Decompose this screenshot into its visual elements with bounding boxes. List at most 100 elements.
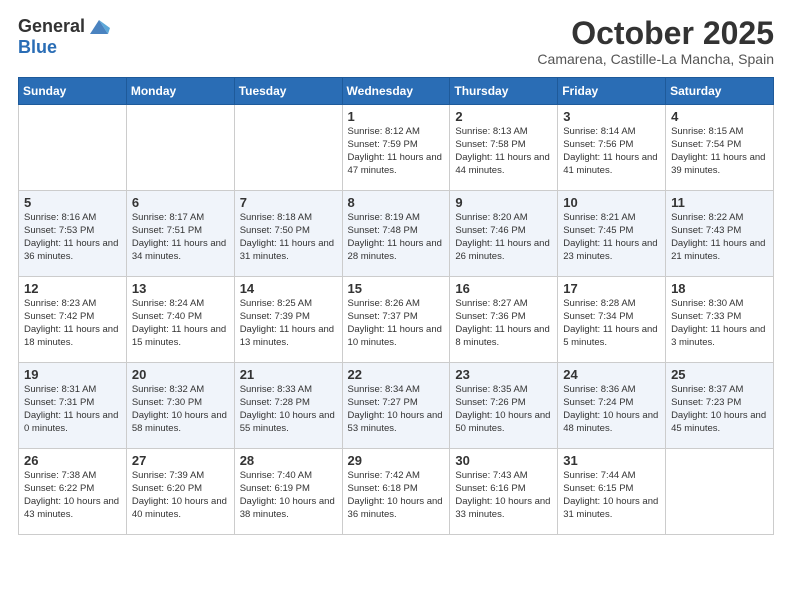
day-info: Sunrise: 8:23 AM Sunset: 7:42 PM Dayligh…: [24, 298, 121, 349]
day-info: Sunrise: 8:22 AM Sunset: 7:43 PM Dayligh…: [671, 212, 768, 263]
day-number: 6: [132, 195, 229, 210]
day-number: 15: [348, 281, 445, 296]
day-number: 5: [24, 195, 121, 210]
calendar-cell: 12 Sunrise: 8:23 AM Sunset: 7:42 PM Dayli…: [19, 277, 127, 363]
day-number: 7: [240, 195, 337, 210]
calendar-cell: 29 Sunrise: 7:42 AM Sunset: 6:18 PM Dayli…: [342, 449, 450, 535]
day-info: Sunrise: 8:34 AM Sunset: 7:27 PM Dayligh…: [348, 384, 445, 435]
calendar-cell: 24Sunrise: 8:36 AM Sunset: 7:24 PM Dayli…: [558, 363, 666, 449]
day-number: 22: [348, 367, 445, 382]
day-number: 30: [455, 453, 552, 468]
day-number: 13: [132, 281, 229, 296]
day-info: Sunrise: 8:18 AM Sunset: 7:50 PM Dayligh…: [240, 212, 337, 263]
calendar-cell: 22 Sunrise: 8:34 AM Sunset: 7:27 PM Dayli…: [342, 363, 450, 449]
calendar-cell: 26 Sunrise: 7:38 AM Sunset: 6:22 PM Dayli…: [19, 449, 127, 535]
day-number: 26: [24, 453, 121, 468]
day-number: 23: [455, 367, 552, 382]
calendar-cell: 30 Sunrise: 7:43 AM Sunset: 6:16 PM Dayli…: [450, 449, 558, 535]
day-info: Sunrise: 7:42 AM Sunset: 6:18 PM Dayligh…: [348, 470, 445, 521]
day-info: Sunrise: 7:38 AM Sunset: 6:22 PM Dayligh…: [24, 470, 121, 521]
calendar-cell: 6 Sunrise: 8:17 AM Sunset: 7:51 PM Daylig…: [126, 191, 234, 277]
calendar-cell: [126, 105, 234, 191]
calendar-cell: 8 Sunrise: 8:19 AM Sunset: 7:48 PM Daylig…: [342, 191, 450, 277]
calendar-cell: 31 Sunrise: 7:44 AM Sunset: 6:15 PM Dayli…: [558, 449, 666, 535]
day-number: 19: [24, 367, 121, 382]
col-header-sunday: Sunday: [19, 78, 127, 105]
day-info: Sunrise: 7:44 AM Sunset: 6:15 PM Dayligh…: [563, 470, 660, 521]
day-number: 3: [563, 109, 660, 124]
col-header-monday: Monday: [126, 78, 234, 105]
day-number: 10: [563, 195, 660, 210]
day-info: Sunrise: 8:21 AM Sunset: 7:45 PM Dayligh…: [563, 212, 660, 263]
day-number: 20: [132, 367, 229, 382]
day-info: Sunrise: 8:30 AM Sunset: 7:33 PM Dayligh…: [671, 298, 768, 349]
calendar-cell: [666, 449, 774, 535]
day-number: 14: [240, 281, 337, 296]
day-info: Sunrise: 8:14 AM Sunset: 7:56 PM Dayligh…: [563, 126, 660, 177]
day-number: 9: [455, 195, 552, 210]
day-info: Sunrise: 8:17 AM Sunset: 7:51 PM Dayligh…: [132, 212, 229, 263]
day-number: 12: [24, 281, 121, 296]
calendar-cell: 9Sunrise: 8:20 AM Sunset: 7:46 PM Daylig…: [450, 191, 558, 277]
calendar-cell: 2Sunrise: 8:13 AM Sunset: 7:58 PM Daylig…: [450, 105, 558, 191]
day-number: 8: [348, 195, 445, 210]
calendar-cell: 17 Sunrise: 8:28 AM Sunset: 7:34 PM Dayli…: [558, 277, 666, 363]
day-info: Sunrise: 8:24 AM Sunset: 7:40 PM Dayligh…: [132, 298, 229, 349]
day-info: Sunrise: 8:27 AM Sunset: 7:36 PM Dayligh…: [455, 298, 552, 349]
day-number: 21: [240, 367, 337, 382]
day-info: Sunrise: 8:37 AM Sunset: 7:23 PM Dayligh…: [671, 384, 768, 435]
day-info: Sunrise: 8:28 AM Sunset: 7:34 PM Dayligh…: [563, 298, 660, 349]
day-info: Sunrise: 8:16 AM Sunset: 7:53 PM Dayligh…: [24, 212, 121, 263]
calendar-cell: 10 Sunrise: 8:21 AM Sunset: 7:45 PM Dayli…: [558, 191, 666, 277]
calendar-cell: [19, 105, 127, 191]
day-number: 4: [671, 109, 768, 124]
day-number: 25: [671, 367, 768, 382]
day-info: Sunrise: 8:31 AM Sunset: 7:31 PM Dayligh…: [24, 384, 121, 435]
day-number: 18: [671, 281, 768, 296]
col-header-tuesday: Tuesday: [234, 78, 342, 105]
day-number: 31: [563, 453, 660, 468]
calendar-cell: 4 Sunrise: 8:15 AM Sunset: 7:54 PM Daylig…: [666, 105, 774, 191]
calendar-cell: 21 Sunrise: 8:33 AM Sunset: 7:28 PM Dayli…: [234, 363, 342, 449]
calendar-cell: 20Sunrise: 8:32 AM Sunset: 7:30 PM Dayli…: [126, 363, 234, 449]
calendar-week-row: 1Sunrise: 8:12 AM Sunset: 7:59 PM Daylig…: [19, 105, 774, 191]
day-info: Sunrise: 8:36 AM Sunset: 7:24 PM Dayligh…: [563, 384, 660, 435]
day-number: 29: [348, 453, 445, 468]
day-number: 27: [132, 453, 229, 468]
calendar-cell: 15 Sunrise: 8:26 AM Sunset: 7:37 PM Dayli…: [342, 277, 450, 363]
col-header-thursday: Thursday: [450, 78, 558, 105]
day-info: Sunrise: 7:43 AM Sunset: 6:16 PM Dayligh…: [455, 470, 552, 521]
day-info: Sunrise: 8:12 AM Sunset: 7:59 PM Dayligh…: [348, 126, 445, 177]
calendar-cell: 13 Sunrise: 8:24 AM Sunset: 7:40 PM Dayli…: [126, 277, 234, 363]
calendar-cell: 25 Sunrise: 8:37 AM Sunset: 7:23 PM Dayli…: [666, 363, 774, 449]
day-info: Sunrise: 8:26 AM Sunset: 7:37 PM Dayligh…: [348, 298, 445, 349]
day-info: Sunrise: 8:19 AM Sunset: 7:48 PM Dayligh…: [348, 212, 445, 263]
day-info: Sunrise: 7:40 AM Sunset: 6:19 PM Dayligh…: [240, 470, 337, 521]
header: General Blue October 2025 Camarena, Cast…: [18, 16, 774, 67]
day-info: Sunrise: 8:35 AM Sunset: 7:26 PM Dayligh…: [455, 384, 552, 435]
calendar-week-row: 19 Sunrise: 8:31 AM Sunset: 7:31 PM Dayli…: [19, 363, 774, 449]
calendar-cell: 5 Sunrise: 8:16 AM Sunset: 7:53 PM Daylig…: [19, 191, 127, 277]
calendar-cell: 18 Sunrise: 8:30 AM Sunset: 7:33 PM Dayli…: [666, 277, 774, 363]
day-number: 28: [240, 453, 337, 468]
calendar-cell: 27 Sunrise: 7:39 AM Sunset: 6:20 PM Dayli…: [126, 449, 234, 535]
day-number: 16: [455, 281, 552, 296]
day-number: 2: [455, 109, 552, 124]
day-info: Sunrise: 7:39 AM Sunset: 6:20 PM Dayligh…: [132, 470, 229, 521]
calendar-week-row: 12 Sunrise: 8:23 AM Sunset: 7:42 PM Dayli…: [19, 277, 774, 363]
calendar-cell: 14 Sunrise: 8:25 AM Sunset: 7:39 PM Dayli…: [234, 277, 342, 363]
calendar-week-row: 26 Sunrise: 7:38 AM Sunset: 6:22 PM Dayli…: [19, 449, 774, 535]
calendar-week-row: 5 Sunrise: 8:16 AM Sunset: 7:53 PM Daylig…: [19, 191, 774, 277]
day-info: Sunrise: 8:15 AM Sunset: 7:54 PM Dayligh…: [671, 126, 768, 177]
day-info: Sunrise: 8:33 AM Sunset: 7:28 PM Dayligh…: [240, 384, 337, 435]
calendar-header-row: SundayMondayTuesdayWednesdayThursdayFrid…: [19, 78, 774, 105]
day-number: 17: [563, 281, 660, 296]
calendar: SundayMondayTuesdayWednesdayThursdayFrid…: [18, 77, 774, 535]
logo: General Blue: [18, 16, 110, 58]
day-info: Sunrise: 8:25 AM Sunset: 7:39 PM Dayligh…: [240, 298, 337, 349]
col-header-friday: Friday: [558, 78, 666, 105]
calendar-cell: 16 Sunrise: 8:27 AM Sunset: 7:36 PM Dayli…: [450, 277, 558, 363]
col-header-saturday: Saturday: [666, 78, 774, 105]
day-number: 11: [671, 195, 768, 210]
calendar-cell: 11 Sunrise: 8:22 AM Sunset: 7:43 PM Dayli…: [666, 191, 774, 277]
